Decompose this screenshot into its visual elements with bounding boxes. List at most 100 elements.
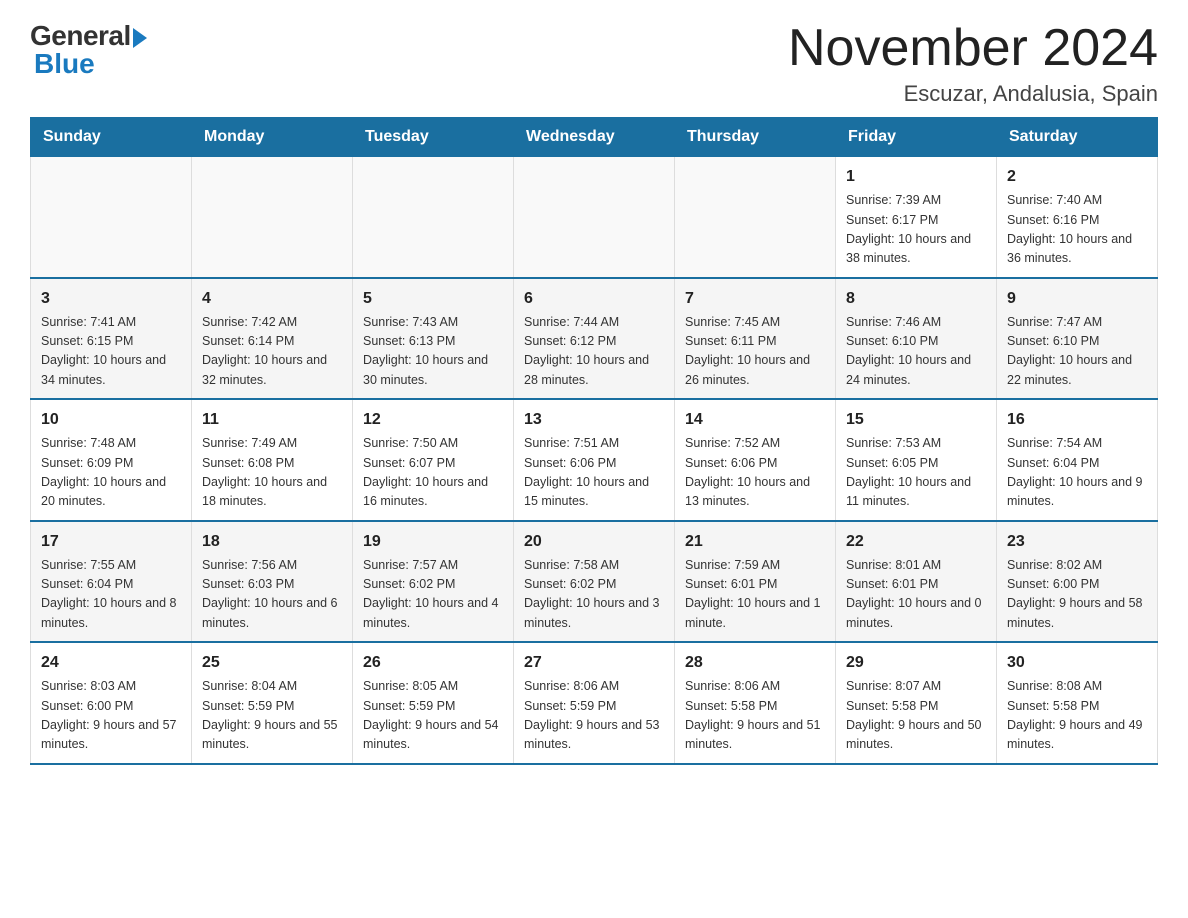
day-info: Sunrise: 7:39 AM Sunset: 6:17 PM Dayligh… <box>846 191 986 269</box>
day-number: 9 <box>1007 287 1147 311</box>
day-info: Sunrise: 8:04 AM Sunset: 5:59 PM Dayligh… <box>202 677 342 755</box>
calendar-cell <box>31 157 192 278</box>
calendar-cell: 23Sunrise: 8:02 AM Sunset: 6:00 PM Dayli… <box>997 521 1158 643</box>
calendar-cell: 27Sunrise: 8:06 AM Sunset: 5:59 PM Dayli… <box>514 642 675 764</box>
day-info: Sunrise: 8:01 AM Sunset: 6:01 PM Dayligh… <box>846 556 986 634</box>
day-info: Sunrise: 8:06 AM Sunset: 5:58 PM Dayligh… <box>685 677 825 755</box>
day-info: Sunrise: 7:59 AM Sunset: 6:01 PM Dayligh… <box>685 556 825 634</box>
page-header: General Blue November 2024 Escuzar, Anda… <box>30 20 1158 107</box>
day-number: 19 <box>363 530 503 554</box>
calendar-cell: 5Sunrise: 7:43 AM Sunset: 6:13 PM Daylig… <box>353 278 514 400</box>
day-info: Sunrise: 7:42 AM Sunset: 6:14 PM Dayligh… <box>202 313 342 391</box>
calendar-cell: 2Sunrise: 7:40 AM Sunset: 6:16 PM Daylig… <box>997 157 1158 278</box>
day-number: 28 <box>685 651 825 675</box>
day-number: 25 <box>202 651 342 675</box>
calendar-cell: 14Sunrise: 7:52 AM Sunset: 6:06 PM Dayli… <box>675 399 836 521</box>
calendar-cell: 13Sunrise: 7:51 AM Sunset: 6:06 PM Dayli… <box>514 399 675 521</box>
calendar-cell: 20Sunrise: 7:58 AM Sunset: 6:02 PM Dayli… <box>514 521 675 643</box>
day-number: 22 <box>846 530 986 554</box>
day-info: Sunrise: 8:07 AM Sunset: 5:58 PM Dayligh… <box>846 677 986 755</box>
calendar-cell: 1Sunrise: 7:39 AM Sunset: 6:17 PM Daylig… <box>836 157 997 278</box>
month-title: November 2024 <box>788 20 1158 77</box>
day-number: 1 <box>846 165 986 189</box>
day-info: Sunrise: 8:08 AM Sunset: 5:58 PM Dayligh… <box>1007 677 1147 755</box>
calendar-cell: 28Sunrise: 8:06 AM Sunset: 5:58 PM Dayli… <box>675 642 836 764</box>
calendar-table: SundayMondayTuesdayWednesdayThursdayFrid… <box>30 117 1158 765</box>
day-number: 11 <box>202 408 342 432</box>
day-number: 21 <box>685 530 825 554</box>
day-info: Sunrise: 8:03 AM Sunset: 6:00 PM Dayligh… <box>41 677 181 755</box>
calendar-cell: 6Sunrise: 7:44 AM Sunset: 6:12 PM Daylig… <box>514 278 675 400</box>
calendar-cell: 8Sunrise: 7:46 AM Sunset: 6:10 PM Daylig… <box>836 278 997 400</box>
weekday-header-friday: Friday <box>836 118 997 157</box>
day-number: 7 <box>685 287 825 311</box>
calendar-cell: 9Sunrise: 7:47 AM Sunset: 6:10 PM Daylig… <box>997 278 1158 400</box>
day-info: Sunrise: 7:58 AM Sunset: 6:02 PM Dayligh… <box>524 556 664 634</box>
day-number: 26 <box>363 651 503 675</box>
day-info: Sunrise: 7:50 AM Sunset: 6:07 PM Dayligh… <box>363 434 503 512</box>
day-number: 14 <box>685 408 825 432</box>
day-number: 16 <box>1007 408 1147 432</box>
calendar-cell: 3Sunrise: 7:41 AM Sunset: 6:15 PM Daylig… <box>31 278 192 400</box>
day-info: Sunrise: 7:51 AM Sunset: 6:06 PM Dayligh… <box>524 434 664 512</box>
weekday-header-monday: Monday <box>192 118 353 157</box>
calendar-cell: 16Sunrise: 7:54 AM Sunset: 6:04 PM Dayli… <box>997 399 1158 521</box>
weekday-header-wednesday: Wednesday <box>514 118 675 157</box>
calendar-week-row: 17Sunrise: 7:55 AM Sunset: 6:04 PM Dayli… <box>31 521 1158 643</box>
weekday-header-thursday: Thursday <box>675 118 836 157</box>
logo: General Blue <box>30 20 147 80</box>
day-number: 29 <box>846 651 986 675</box>
calendar-cell: 25Sunrise: 8:04 AM Sunset: 5:59 PM Dayli… <box>192 642 353 764</box>
calendar-cell: 7Sunrise: 7:45 AM Sunset: 6:11 PM Daylig… <box>675 278 836 400</box>
calendar-cell: 19Sunrise: 7:57 AM Sunset: 6:02 PM Dayli… <box>353 521 514 643</box>
day-number: 30 <box>1007 651 1147 675</box>
day-number: 20 <box>524 530 664 554</box>
day-number: 23 <box>1007 530 1147 554</box>
calendar-cell: 21Sunrise: 7:59 AM Sunset: 6:01 PM Dayli… <box>675 521 836 643</box>
day-info: Sunrise: 7:53 AM Sunset: 6:05 PM Dayligh… <box>846 434 986 512</box>
logo-blue-text: Blue <box>30 48 95 80</box>
day-info: Sunrise: 7:55 AM Sunset: 6:04 PM Dayligh… <box>41 556 181 634</box>
calendar-cell: 10Sunrise: 7:48 AM Sunset: 6:09 PM Dayli… <box>31 399 192 521</box>
day-info: Sunrise: 7:41 AM Sunset: 6:15 PM Dayligh… <box>41 313 181 391</box>
day-info: Sunrise: 7:57 AM Sunset: 6:02 PM Dayligh… <box>363 556 503 634</box>
day-number: 5 <box>363 287 503 311</box>
day-number: 24 <box>41 651 181 675</box>
title-section: November 2024 Escuzar, Andalusia, Spain <box>788 20 1158 107</box>
day-number: 8 <box>846 287 986 311</box>
day-number: 10 <box>41 408 181 432</box>
calendar-cell: 18Sunrise: 7:56 AM Sunset: 6:03 PM Dayli… <box>192 521 353 643</box>
day-number: 13 <box>524 408 664 432</box>
calendar-cell <box>353 157 514 278</box>
calendar-cell: 24Sunrise: 8:03 AM Sunset: 6:00 PM Dayli… <box>31 642 192 764</box>
day-info: Sunrise: 7:43 AM Sunset: 6:13 PM Dayligh… <box>363 313 503 391</box>
day-info: Sunrise: 8:05 AM Sunset: 5:59 PM Dayligh… <box>363 677 503 755</box>
calendar-cell: 11Sunrise: 7:49 AM Sunset: 6:08 PM Dayli… <box>192 399 353 521</box>
day-info: Sunrise: 7:40 AM Sunset: 6:16 PM Dayligh… <box>1007 191 1147 269</box>
calendar-week-row: 1Sunrise: 7:39 AM Sunset: 6:17 PM Daylig… <box>31 157 1158 278</box>
calendar-cell: 26Sunrise: 8:05 AM Sunset: 5:59 PM Dayli… <box>353 642 514 764</box>
calendar-cell <box>675 157 836 278</box>
calendar-week-row: 3Sunrise: 7:41 AM Sunset: 6:15 PM Daylig… <box>31 278 1158 400</box>
calendar-cell: 30Sunrise: 8:08 AM Sunset: 5:58 PM Dayli… <box>997 642 1158 764</box>
calendar-week-row: 24Sunrise: 8:03 AM Sunset: 6:00 PM Dayli… <box>31 642 1158 764</box>
day-number: 2 <box>1007 165 1147 189</box>
day-number: 12 <box>363 408 503 432</box>
weekday-header-saturday: Saturday <box>997 118 1158 157</box>
day-info: Sunrise: 7:54 AM Sunset: 6:04 PM Dayligh… <box>1007 434 1147 512</box>
calendar-cell: 29Sunrise: 8:07 AM Sunset: 5:58 PM Dayli… <box>836 642 997 764</box>
day-info: Sunrise: 7:56 AM Sunset: 6:03 PM Dayligh… <box>202 556 342 634</box>
day-info: Sunrise: 7:45 AM Sunset: 6:11 PM Dayligh… <box>685 313 825 391</box>
calendar-cell: 4Sunrise: 7:42 AM Sunset: 6:14 PM Daylig… <box>192 278 353 400</box>
day-number: 3 <box>41 287 181 311</box>
day-number: 18 <box>202 530 342 554</box>
calendar-cell <box>514 157 675 278</box>
day-info: Sunrise: 7:47 AM Sunset: 6:10 PM Dayligh… <box>1007 313 1147 391</box>
calendar-header-row: SundayMondayTuesdayWednesdayThursdayFrid… <box>31 118 1158 157</box>
weekday-header-sunday: Sunday <box>31 118 192 157</box>
day-info: Sunrise: 7:48 AM Sunset: 6:09 PM Dayligh… <box>41 434 181 512</box>
day-number: 15 <box>846 408 986 432</box>
calendar-cell: 15Sunrise: 7:53 AM Sunset: 6:05 PM Dayli… <box>836 399 997 521</box>
day-info: Sunrise: 8:06 AM Sunset: 5:59 PM Dayligh… <box>524 677 664 755</box>
day-number: 6 <box>524 287 664 311</box>
